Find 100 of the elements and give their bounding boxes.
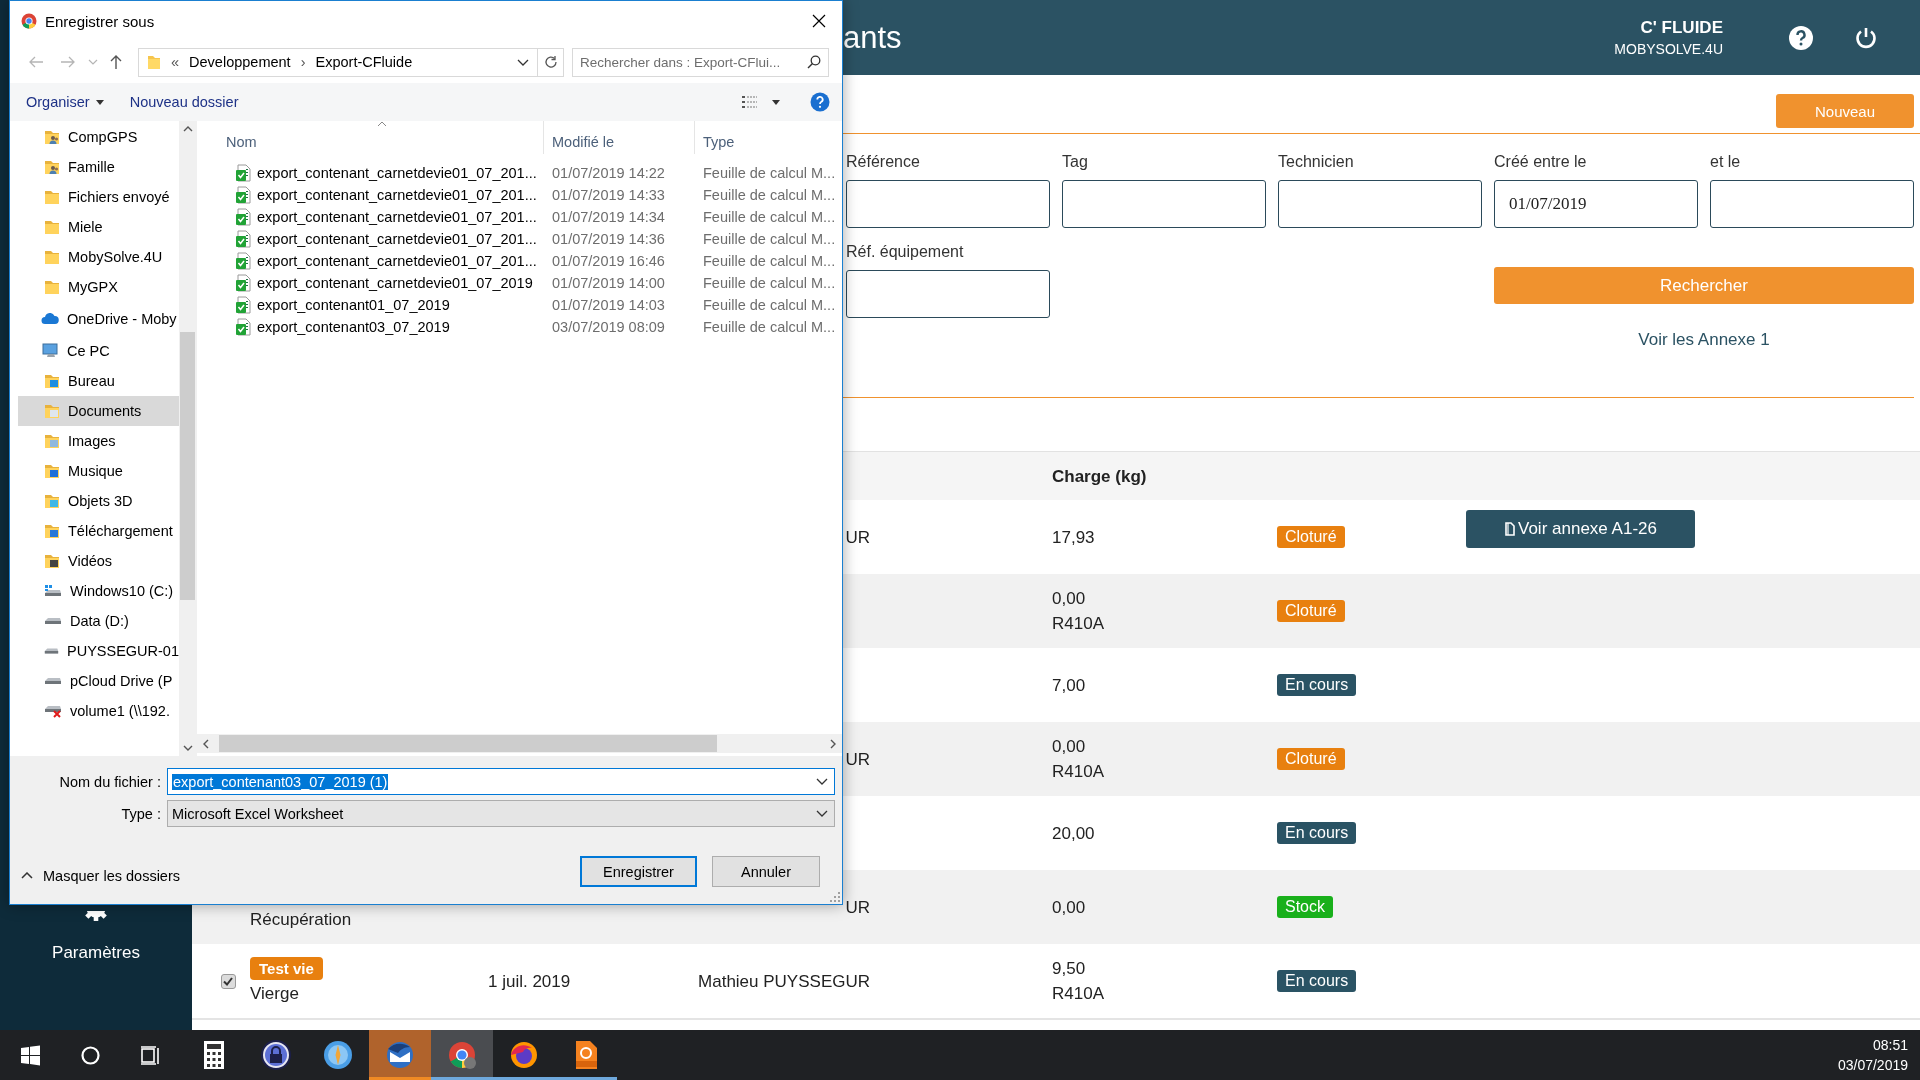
input-field[interactable] <box>846 270 1050 318</box>
folder-icon <box>44 433 60 449</box>
nav-item[interactable]: Fichiers envoyé <box>18 182 179 212</box>
folder-icon <box>44 249 60 265</box>
up-arrow-icon[interactable] <box>110 54 122 70</box>
padlock-icon <box>261 1040 291 1070</box>
nav-item[interactable]: Windows10 (C:) <box>18 576 179 606</box>
search-circle-icon[interactable] <box>78 1043 102 1067</box>
hide-folders-button[interactable]: Masquer les dossiers <box>21 867 180 884</box>
nav-item[interactable]: CompGPS <box>18 122 179 152</box>
nav-item[interactable]: Bureau <box>18 366 179 396</box>
task-view-icon[interactable] <box>138 1043 162 1067</box>
help-icon[interactable] <box>810 92 830 112</box>
column-header[interactable]: Modifié le <box>544 121 695 154</box>
nav-item[interactable]: MyGPX <box>18 272 179 302</box>
caret-icon[interactable] <box>772 99 780 105</box>
nav-item[interactable]: OneDrive - Moby <box>18 304 179 334</box>
input-field[interactable] <box>846 180 1050 228</box>
input-field[interactable] <box>1710 180 1914 228</box>
cancel-button[interactable]: Annuler <box>712 856 820 887</box>
help-icon[interactable] <box>1788 24 1814 51</box>
file-name[interactable]: export_contenant03_07_2019 <box>257 319 450 335</box>
column-header[interactable]: Nom <box>197 121 544 154</box>
nav-item[interactable]: Vidéos <box>18 546 179 576</box>
scrollbar[interactable] <box>197 734 842 753</box>
field-label: Créé entre le <box>1494 152 1588 172</box>
sort-caret-icon <box>377 121 387 127</box>
cloud-icon <box>41 313 59 325</box>
organize-menu[interactable]: Organiser <box>26 94 104 110</box>
nav-item[interactable]: Images <box>18 426 179 456</box>
breadcrumb-overflow[interactable]: « <box>171 54 180 70</box>
breadcrumb[interactable]: Export-CFluide <box>315 54 413 70</box>
annex-button[interactable]: Voir annexe A1-26 <box>1466 510 1695 548</box>
nav-item[interactable]: Objets 3D <box>18 486 179 516</box>
browser-icon <box>447 1040 477 1070</box>
file-name[interactable]: export_contenant_carnetdevie01_07_201... <box>257 165 537 181</box>
taskbar-app-button[interactable] <box>369 1030 431 1080</box>
column-header[interactable]: Type <box>695 121 842 154</box>
table-cell-text: 1 juil. 2019 <box>488 970 572 993</box>
nav-item[interactable]: Téléchargement <box>18 516 179 546</box>
refresh-button[interactable] <box>538 47 564 77</box>
save-button[interactable]: Enregistrer <box>580 856 697 887</box>
clock-time[interactable]: 08:51 <box>1872 1035 1908 1055</box>
nav-item[interactable]: volume1 (\\192. <box>18 696 179 726</box>
file-name[interactable]: export_contenant_carnetdevie01_07_201... <box>257 253 537 269</box>
scroll-up-icon[interactable] <box>182 126 193 132</box>
new-folder-button[interactable]: Nouveau dossier <box>129 94 239 110</box>
filename-field[interactable]: export_contenant03_07_2019 (1) <box>167 768 835 795</box>
search-icon <box>807 54 821 69</box>
scroll-left-icon[interactable] <box>203 738 209 749</box>
close-icon[interactable] <box>812 14 826 28</box>
nav-item[interactable]: Ce PC <box>18 336 179 366</box>
scroll-down-icon[interactable] <box>182 745 193 751</box>
file-type-dropdown[interactable]: Microsoft Excel Worksheet <box>167 800 835 827</box>
table-cell-text: 7,00 <box>1052 674 1087 697</box>
table-cell-text: R410A <box>1052 761 1105 783</box>
nav-item[interactable]: Data (D:) <box>18 606 179 636</box>
chevron-down-icon[interactable] <box>816 810 828 817</box>
document-icon <box>1504 522 1515 536</box>
chevron-down-icon[interactable] <box>517 58 529 66</box>
status-badge: En cours <box>1277 970 1357 992</box>
folder-icon <box>147 54 161 70</box>
address-bar[interactable]: « Developpement › Export-CFluide <box>138 47 538 77</box>
clock-date[interactable]: 03/07/2019 <box>1837 1055 1908 1075</box>
folder-icon <box>44 553 60 569</box>
search-field[interactable]: Rechercher dans : Export-CFlui... <box>572 47 829 77</box>
scrollbar[interactable] <box>179 121 196 756</box>
nav-item[interactable]: Musique <box>18 456 179 486</box>
table-cell-text: 9,50 <box>1052 958 1087 980</box>
nav-item[interactable]: MobySolve.4U <box>18 242 179 272</box>
nav-item[interactable]: PUYSSEGUR-01 <box>18 636 179 666</box>
input-field[interactable]: 01/07/2019 <box>1494 180 1698 228</box>
sidebar-link[interactable]: Paramètres <box>52 943 140 963</box>
view-list-icon[interactable] <box>742 95 758 109</box>
nav-item[interactable]: Miele <box>18 212 179 242</box>
file-name[interactable]: export_contenant_carnetdevie01_07_201... <box>257 187 537 203</box>
breadcrumb[interactable]: Developpement <box>189 54 291 70</box>
input-field[interactable] <box>1062 180 1266 228</box>
field-label: Type : <box>120 805 162 822</box>
input-field[interactable] <box>1278 180 1482 228</box>
nav-item[interactable]: Famille <box>18 152 179 182</box>
file-name[interactable]: export_contenant_carnetdevie01_07_201... <box>257 231 537 247</box>
computer-icon <box>41 343 59 359</box>
nav-item[interactable]: Documents <box>18 396 179 426</box>
table-cell-text: Mathieu PUYSSEGUR <box>698 970 870 993</box>
status-badge: Cloturé <box>1277 600 1345 622</box>
file-type: Feuille de calcul M... <box>703 275 836 291</box>
breadcrumb-separator: › <box>300 54 306 70</box>
file-type: Feuille de calcul M... <box>703 209 836 225</box>
file-name[interactable]: export_contenant_carnetdevie01_07_201... <box>257 209 537 225</box>
annex-link[interactable]: Voir les Annexe 1 <box>1638 330 1770 350</box>
start-button[interactable] <box>18 1043 42 1067</box>
power-icon[interactable] <box>1854 25 1878 50</box>
chevron-down-icon[interactable] <box>816 778 828 785</box>
table-cell-text: 0,00 <box>1052 896 1087 919</box>
file-name[interactable]: export_contenant01_07_2019 <box>257 297 450 313</box>
scroll-right-icon[interactable] <box>830 738 836 749</box>
nav-item[interactable]: pCloud Drive (P <box>18 666 179 696</box>
file-name[interactable]: export_contenant_carnetdevie01_07_2019 <box>257 275 533 291</box>
row-checkbox[interactable] <box>220 973 236 989</box>
